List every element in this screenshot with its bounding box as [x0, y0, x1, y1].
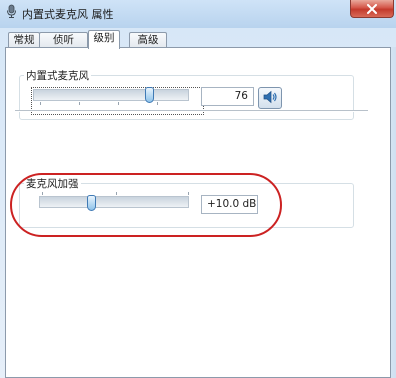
- slider-tick: [157, 102, 158, 105]
- microphone-properties-icon: [5, 4, 18, 19]
- microphone-level-value[interactable]: 76: [201, 87, 254, 106]
- title-bar: 内置式麦克风 属性: [0, 0, 396, 26]
- annotation-highlight-ring: [10, 173, 282, 237]
- close-button[interactable]: [350, 0, 394, 18]
- tab-listen[interactable]: 侦听: [39, 32, 88, 48]
- mute-toggle-button[interactable]: [258, 87, 282, 109]
- slider-tick: [40, 102, 41, 105]
- close-icon: [366, 3, 378, 14]
- microphone-group-label: 内置式麦克风: [24, 68, 91, 83]
- speaker-icon: [262, 90, 278, 107]
- slider-tick: [79, 102, 80, 105]
- separator-highlight: [15, 111, 368, 112]
- tab-levels[interactable]: 级别: [88, 30, 120, 49]
- tab-advanced[interactable]: 高级: [129, 32, 167, 48]
- properties-window: 内置式麦克风 属性 常规 侦听 级别 高级 内置式麦克风 76 麦克风加强 +1…: [0, 0, 396, 378]
- slider-tick: [118, 102, 119, 105]
- tab-general[interactable]: 常规: [8, 32, 40, 48]
- microphone-level-slider[interactable]: [33, 89, 189, 101]
- microphone-level-thumb[interactable]: [144, 87, 154, 103]
- window-title: 内置式麦克风 属性: [22, 8, 114, 21]
